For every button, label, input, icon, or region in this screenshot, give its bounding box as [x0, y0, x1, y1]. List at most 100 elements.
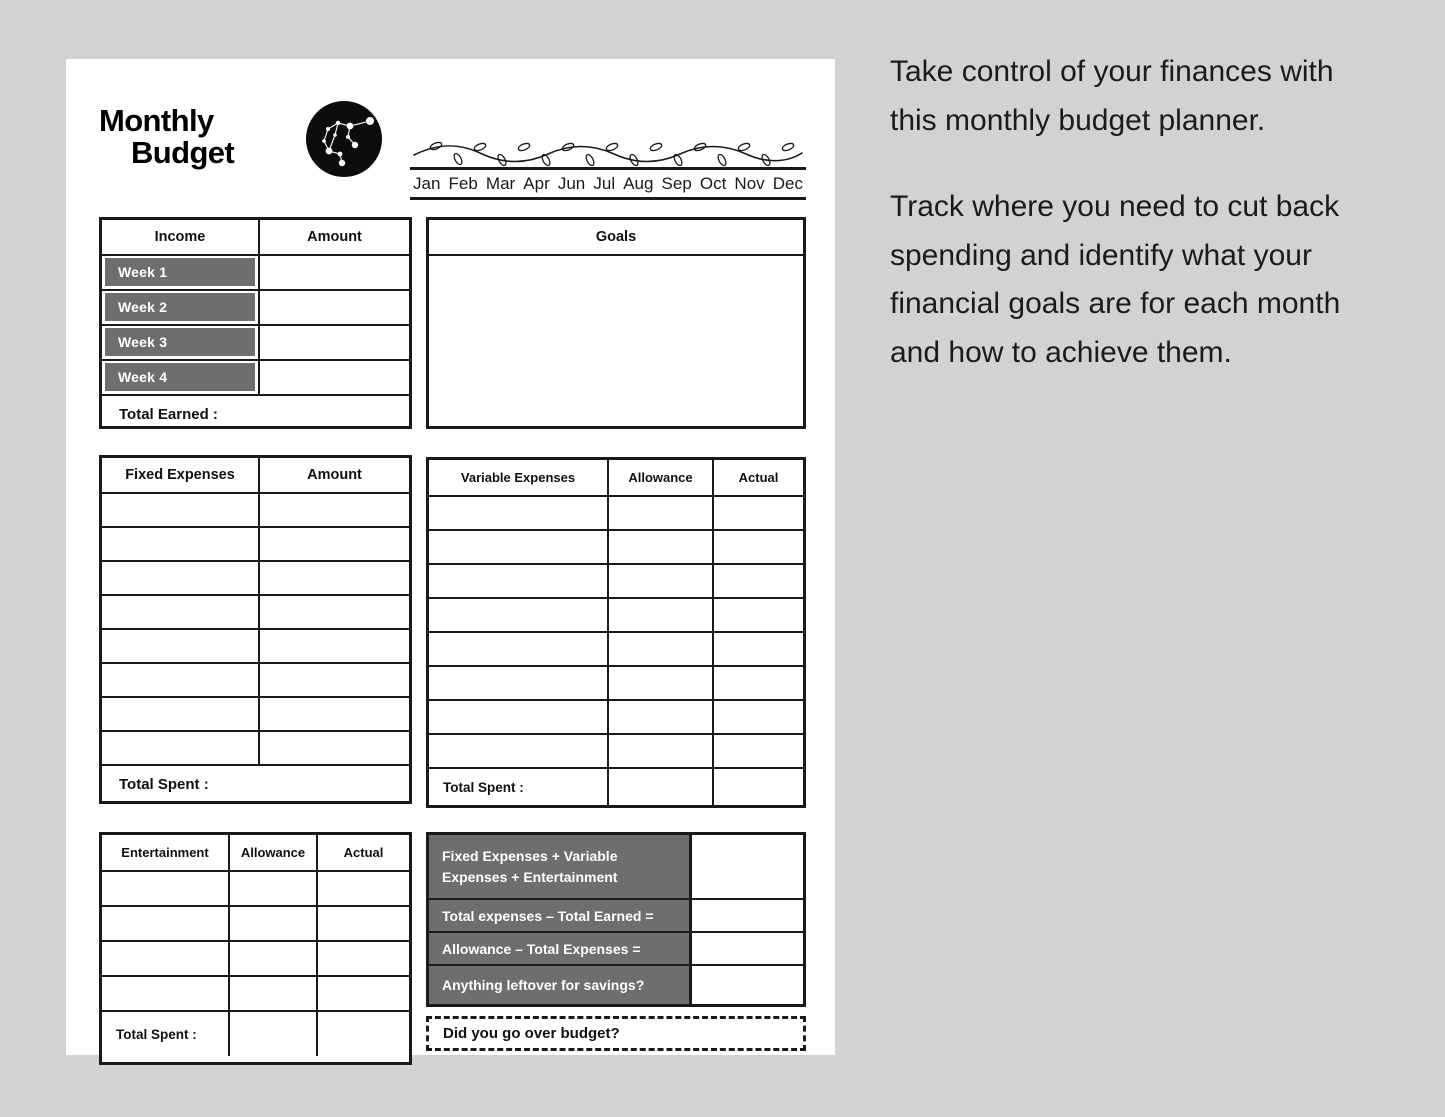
entertainment-total-actual-input[interactable]: [318, 1012, 409, 1056]
variable-allowance-input[interactable]: [609, 735, 714, 767]
month-nov[interactable]: Nov: [733, 174, 765, 194]
entertainment-name-input[interactable]: [102, 872, 230, 905]
variable-allowance-input[interactable]: [609, 667, 714, 699]
entertainment-allowance-input[interactable]: [230, 977, 318, 1010]
goals-panel: Goals: [426, 217, 806, 429]
entertainment-actual-input[interactable]: [318, 977, 409, 1010]
variable-allowance-input[interactable]: [609, 565, 714, 597]
variable-name-input[interactable]: [429, 735, 609, 767]
entertainment-row: [102, 942, 409, 977]
income-week-1-label: Week 1: [105, 258, 255, 286]
month-aug[interactable]: Aug: [622, 174, 654, 194]
income-row-week-4: Week 4: [102, 361, 409, 396]
fixed-row: [102, 494, 409, 528]
month-jan[interactable]: Jan: [412, 174, 441, 194]
entertainment-header-actual: Actual: [343, 845, 384, 860]
variable-name-input[interactable]: [429, 667, 609, 699]
month-rule-bottom: [410, 197, 806, 200]
variable-actual-input[interactable]: [714, 667, 803, 699]
variable-name-input[interactable]: [429, 565, 609, 597]
variable-row: [429, 633, 803, 667]
variable-name-input[interactable]: [429, 633, 609, 665]
fixed-amount-input[interactable]: [260, 494, 409, 526]
income-week-4-amount-input[interactable]: [260, 361, 409, 394]
variable-actual-input[interactable]: [714, 497, 803, 529]
variable-actual-input[interactable]: [714, 735, 803, 767]
entertainment-actual-input[interactable]: [318, 872, 409, 905]
entertainment-actual-input[interactable]: [318, 907, 409, 940]
variable-allowance-input[interactable]: [609, 531, 714, 563]
fixed-amount-input[interactable]: [260, 528, 409, 560]
over-budget-field[interactable]: Did you go over budget?: [426, 1016, 806, 1051]
variable-name-input[interactable]: [429, 531, 609, 563]
variable-header-name: Variable Expenses: [429, 460, 609, 495]
entertainment-name-input[interactable]: [102, 942, 230, 975]
summary-total-expenses-label: Fixed Expenses + Variable Expenses + Ent…: [442, 847, 618, 885]
income-header-amount: Amount: [307, 229, 362, 245]
entertainment-row: [102, 907, 409, 942]
fixed-name-input[interactable]: [102, 494, 260, 526]
fixed-amount-input[interactable]: [260, 630, 409, 662]
income-week-3-amount-input[interactable]: [260, 326, 409, 359]
variable-actual-input[interactable]: [714, 599, 803, 631]
summary-leftover-savings-input[interactable]: [692, 966, 803, 1004]
entertainment-allowance-input[interactable]: [230, 872, 318, 905]
fixed-amount-input[interactable]: [260, 562, 409, 594]
summary-expenses-minus-earned-label: Total expenses – Total Earned =: [429, 900, 692, 931]
variable-actual-input[interactable]: [714, 633, 803, 665]
budget-planner-page: Monthly Budget Jan Feb Mar Apr Jun Jul A…: [66, 59, 835, 1065]
entertainment-allowance-input[interactable]: [230, 907, 318, 940]
month-mar[interactable]: Mar: [485, 174, 516, 194]
month-apr[interactable]: Apr: [522, 174, 550, 194]
variable-total-allowance-input[interactable]: [609, 769, 714, 805]
variable-total-actual-input[interactable]: [714, 769, 803, 805]
fixed-amount-input[interactable]: [260, 732, 409, 764]
entertainment-total-allowance-input[interactable]: [230, 1012, 318, 1056]
variable-actual-input[interactable]: [714, 531, 803, 563]
fixed-amount-input[interactable]: [260, 664, 409, 696]
fixed-name-input[interactable]: [102, 562, 260, 594]
fixed-name-input[interactable]: [102, 630, 260, 662]
variable-name-input[interactable]: [429, 701, 609, 733]
entertainment-allowance-input[interactable]: [230, 942, 318, 975]
variable-actual-input[interactable]: [714, 565, 803, 597]
entertainment-name-input[interactable]: [102, 977, 230, 1010]
entertainment-actual-input[interactable]: [318, 942, 409, 975]
fixed-name-input[interactable]: [102, 596, 260, 628]
fixed-name-input[interactable]: [102, 732, 260, 764]
fixed-row: [102, 698, 409, 732]
fixed-total-row[interactable]: Total Spent :: [102, 766, 409, 803]
variable-allowance-input[interactable]: [609, 633, 714, 665]
entertainment-name-input[interactable]: [102, 907, 230, 940]
fixed-amount-input[interactable]: [260, 698, 409, 730]
month-jun[interactable]: Jun: [557, 174, 586, 194]
fixed-row: [102, 596, 409, 630]
summary-row-leftover-savings: Anything leftover for savings?: [429, 966, 803, 1004]
variable-total-label: Total Spent :: [429, 769, 609, 805]
month-dec[interactable]: Dec: [772, 174, 804, 194]
income-week-1-amount-input[interactable]: [260, 256, 409, 289]
variable-row: [429, 667, 803, 701]
variable-actual-input[interactable]: [714, 701, 803, 733]
over-budget-label: Did you go over budget?: [443, 1025, 620, 1042]
variable-allowance-input[interactable]: [609, 497, 714, 529]
income-total-row[interactable]: Total Earned :: [102, 396, 409, 432]
month-feb[interactable]: Feb: [448, 174, 479, 194]
income-week-4-label: Week 4: [105, 363, 255, 391]
variable-allowance-input[interactable]: [609, 701, 714, 733]
month-oct[interactable]: Oct: [699, 174, 727, 194]
entertainment-row: [102, 977, 409, 1012]
month-sep[interactable]: Sep: [661, 174, 693, 194]
fixed-name-input[interactable]: [102, 528, 260, 560]
fixed-name-input[interactable]: [102, 664, 260, 696]
fixed-amount-input[interactable]: [260, 596, 409, 628]
constellation-circle-icon: [304, 99, 384, 179]
variable-name-input[interactable]: [429, 599, 609, 631]
variable-allowance-input[interactable]: [609, 599, 714, 631]
summary-total-expenses-input[interactable]: [692, 835, 803, 898]
fixed-name-input[interactable]: [102, 698, 260, 730]
variable-name-input[interactable]: [429, 497, 609, 529]
income-week-2-amount-input[interactable]: [260, 291, 409, 324]
summary-expenses-minus-earned-input[interactable]: [692, 900, 803, 931]
month-jul[interactable]: Jul: [592, 174, 616, 194]
